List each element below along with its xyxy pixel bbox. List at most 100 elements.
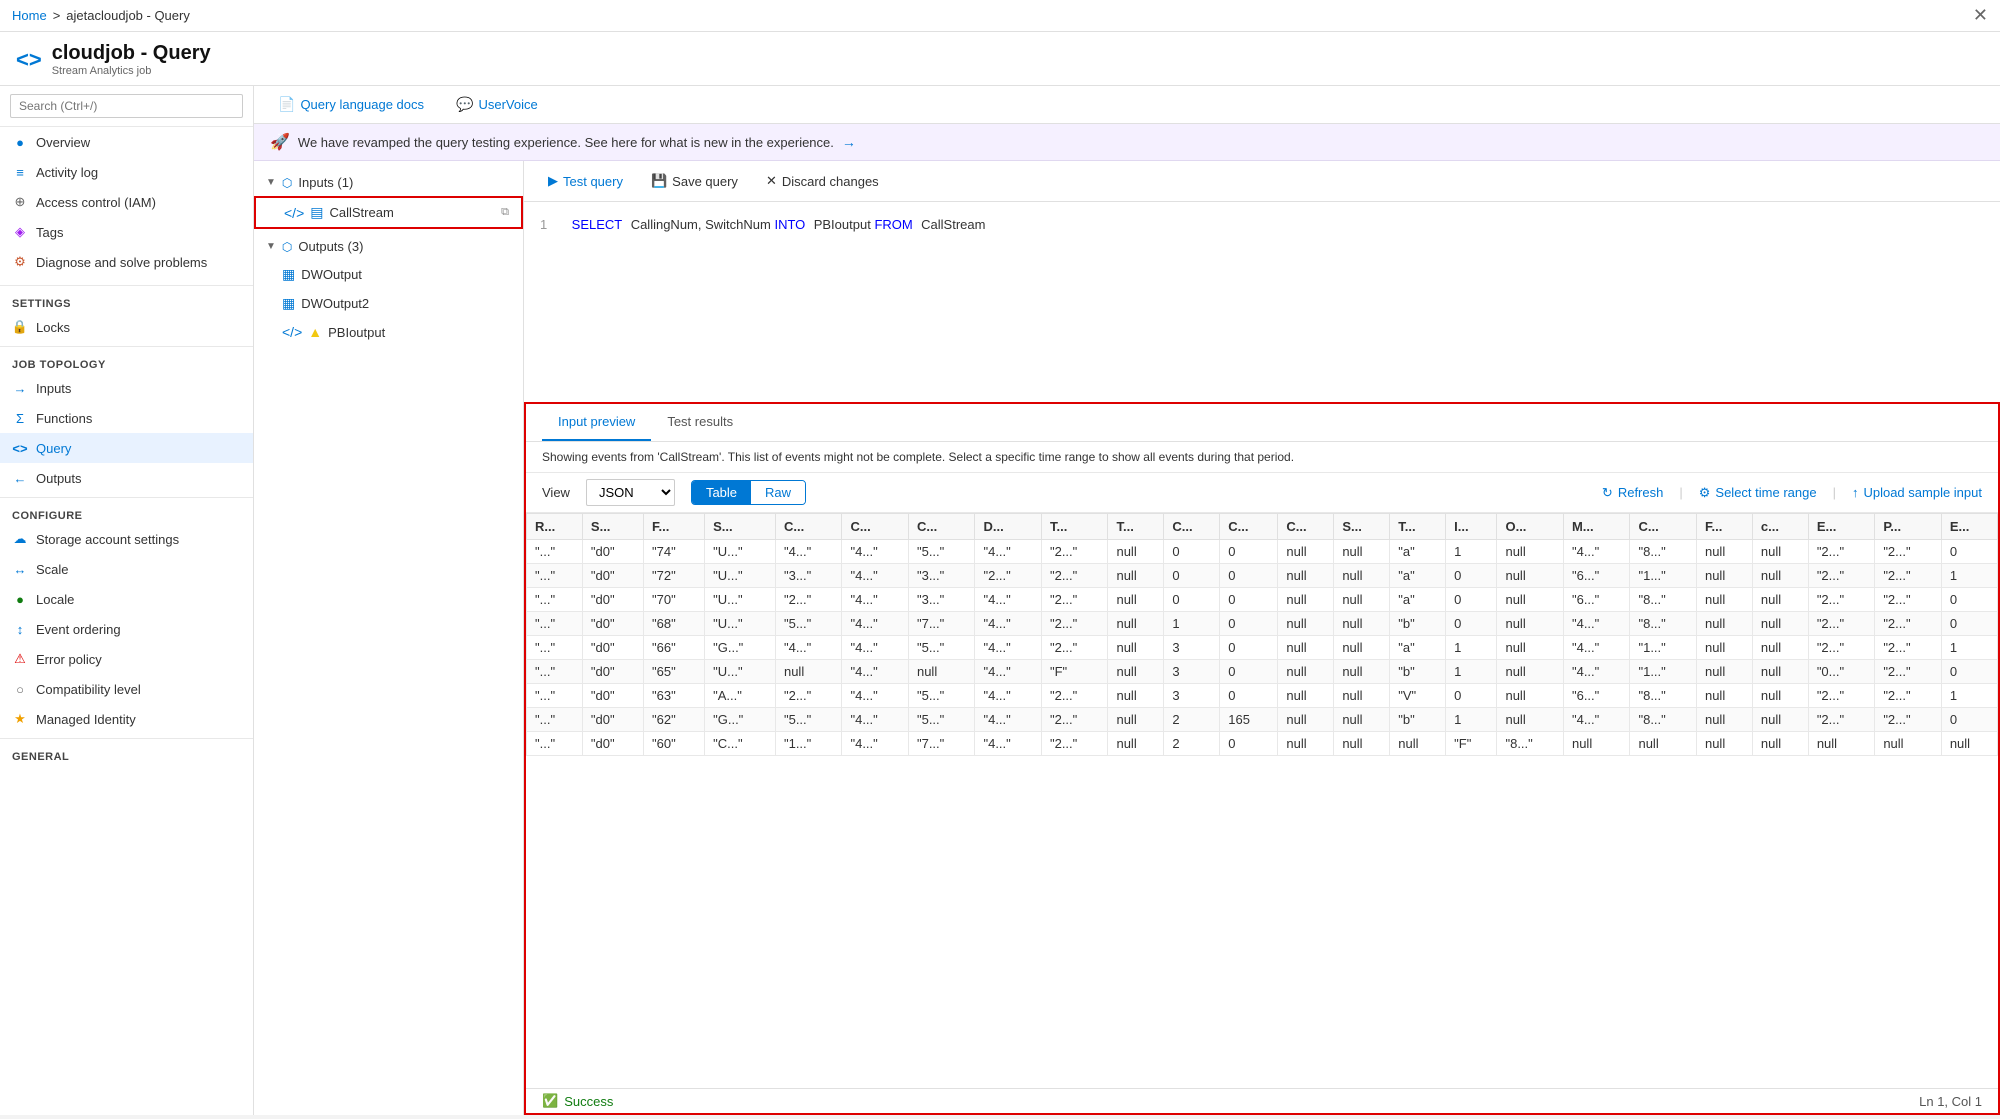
tree-item-dwoutput2[interactable]: ▦ DWOutput2 (254, 289, 523, 318)
sidebar-label-access-control: Access control (IAM) (36, 195, 156, 210)
table-cell-6-7: "4..." (975, 684, 1042, 708)
sidebar-item-scale[interactable]: ↔ Scale (0, 554, 253, 584)
callstream-code-icon: </> (284, 205, 304, 221)
table-cell-8-11: 0 (1220, 732, 1278, 756)
table-cell-6-15: 0 (1446, 684, 1497, 708)
sidebar-label-locks: Locks (36, 320, 70, 335)
sidebar-item-compatibility[interactable]: ○ Compatibility level (0, 674, 253, 704)
sidebar-divider-1 (0, 285, 253, 286)
sidebar-item-locks[interactable]: 🔒 Locks (0, 312, 253, 342)
table-cell-8-20: null (1752, 732, 1808, 756)
table-cell-5-0: "..." (527, 660, 583, 684)
table-col-5: C... (842, 514, 909, 540)
tags-icon: ◈ (12, 224, 28, 240)
test-query-label: Test query (563, 174, 623, 189)
query-language-docs-button[interactable]: 📄 Query language docs (270, 92, 432, 117)
table-cell-3-17: "4..." (1563, 612, 1630, 636)
table-cell-3-19: null (1696, 612, 1752, 636)
sidebar-item-overview[interactable]: ● Overview (0, 127, 253, 157)
view-select[interactable]: JSON CSV XML (586, 479, 675, 506)
sidebar-label-overview: Overview (36, 135, 90, 150)
table-col-0: R... (527, 514, 583, 540)
inputs-icon-tree: ⬡ (282, 176, 292, 190)
table-cell-2-2: "70" (644, 588, 705, 612)
breadcrumb-sep: > (53, 8, 61, 23)
table-cell-4-23: 1 (1941, 636, 1997, 660)
status-text: Success (564, 1094, 613, 1109)
sidebar-item-activity-log[interactable]: ≡ Activity log (0, 157, 253, 187)
sidebar-item-locale[interactable]: ● Locale (0, 584, 253, 614)
breadcrumb-home[interactable]: Home (12, 8, 47, 23)
app-header: <> cloudjob - Query Stream Analytics job (0, 32, 2000, 86)
sidebar-item-diagnose[interactable]: ⚙ Diagnose and solve problems (0, 247, 253, 277)
table-cell-2-5: "4..." (842, 588, 909, 612)
sidebar-item-event-ordering[interactable]: ↕ Event ordering (0, 614, 253, 644)
close-button[interactable]: ✕ (1973, 5, 1988, 26)
sidebar-item-storage[interactable]: ☁ Storage account settings (0, 524, 253, 554)
refresh-label: Refresh (1618, 485, 1664, 500)
table-cell-6-3: "A..." (705, 684, 776, 708)
table-cell-1-19: null (1696, 564, 1752, 588)
table-cell-2-10: 0 (1164, 588, 1220, 612)
tree-item-dwoutput[interactable]: ▦ DWOutput (254, 260, 523, 289)
sidebar-label-scale: Scale (36, 562, 69, 577)
table-cell-8-15: "F" (1446, 732, 1497, 756)
test-query-button[interactable]: ▶ Test query (540, 169, 631, 193)
sidebar-item-tags[interactable]: ◈ Tags (0, 217, 253, 247)
table-cell-3-16: null (1497, 612, 1564, 636)
sidebar-item-error-policy[interactable]: ⚠ Error policy (0, 644, 253, 674)
table-cell-1-17: "6..." (1563, 564, 1630, 588)
table-cell-0-11: 0 (1220, 540, 1278, 564)
table-cell-7-14: "b" (1390, 708, 1446, 732)
table-toggle-button[interactable]: Table (692, 481, 751, 504)
top-bar: Home > ajetacloudjob - Query ✕ (0, 0, 2000, 32)
search-input[interactable] (10, 94, 243, 118)
sidebar-item-outputs[interactable]: ← Outputs (0, 463, 253, 493)
breadcrumb: Home > ajetacloudjob - Query (12, 8, 190, 23)
refresh-button[interactable]: ↻ Refresh (1602, 485, 1663, 501)
uservoice-button[interactable]: 💬 UserVoice (448, 92, 546, 117)
callstream-copy-button[interactable]: ⧉ (501, 206, 509, 219)
status-success: ✅ Success (542, 1093, 613, 1109)
table-cell-3-20: null (1752, 612, 1808, 636)
query-editor[interactable]: 1 SELECT CallingNum, SwitchNum INTO PBIo… (524, 202, 2000, 402)
outputs-icon-tree: ⬡ (282, 240, 292, 254)
table-cell-2-17: "6..." (1563, 588, 1630, 612)
table-cell-4-22: "2..." (1875, 636, 1942, 660)
discard-changes-button[interactable]: ✕ Discard changes (758, 169, 887, 193)
configure-section-label: Configure (0, 502, 253, 524)
inputs-label: Inputs (1) (298, 175, 353, 190)
test-query-play-icon: ▶ (548, 173, 558, 189)
table-cell-7-9: null (1108, 708, 1164, 732)
sidebar-item-inputs[interactable]: → Inputs (0, 373, 253, 403)
table-cell-6-20: null (1752, 684, 1808, 708)
table-cell-0-10: 0 (1164, 540, 1220, 564)
table-cell-3-12: null (1278, 612, 1334, 636)
table-cell-1-1: "d0" (582, 564, 643, 588)
outputs-tree-header[interactable]: ▼ ⬡ Outputs (3) (254, 233, 523, 260)
upload-sample-button[interactable]: ↑ Upload sample input (1852, 485, 1982, 500)
save-query-button[interactable]: 💾 Save query (643, 169, 746, 193)
tab-input-preview[interactable]: Input preview (542, 404, 651, 441)
tab-test-results[interactable]: Test results (651, 404, 749, 441)
select-time-range-button[interactable]: ⚙ Select time range (1699, 485, 1817, 501)
table-cell-1-18: "1..." (1630, 564, 1697, 588)
inputs-icon: → (12, 380, 28, 396)
sidebar-item-query[interactable]: <> Query (0, 433, 253, 463)
table-cell-6-23: 1 (1941, 684, 1997, 708)
tree-item-callstream[interactable]: </> ▤ CallStream ⧉ (254, 196, 523, 229)
sidebar-item-access-control[interactable]: ⊕ Access control (IAM) (0, 187, 253, 217)
sidebar-item-functions[interactable]: Σ Functions (0, 403, 253, 433)
table-cell-7-18: "8..." (1630, 708, 1697, 732)
table-col-17: M... (1563, 514, 1630, 540)
raw-toggle-button[interactable]: Raw (751, 481, 805, 504)
table-cell-8-3: "C..." (705, 732, 776, 756)
sidebar-item-managed-identity[interactable]: ★ Managed Identity (0, 704, 253, 734)
tree-item-pbioutput[interactable]: </> ▲ PBIoutput (254, 318, 523, 346)
table-row: "...""d0""65""U..."null"4..."null"4...""… (527, 660, 1998, 684)
table-cell-2-7: "4..." (975, 588, 1042, 612)
inputs-tree-header[interactable]: ▼ ⬡ Inputs (1) (254, 169, 523, 196)
banner-arrow[interactable]: → (842, 134, 856, 150)
table-cell-6-2: "63" (644, 684, 705, 708)
table-cell-4-4: "4..." (775, 636, 842, 660)
